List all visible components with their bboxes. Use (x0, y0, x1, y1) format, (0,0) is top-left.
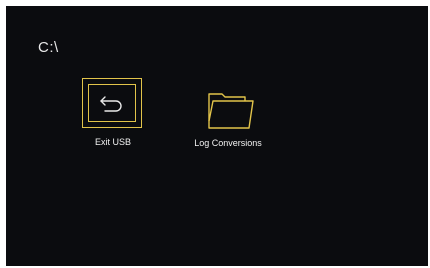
folder-icon (208, 93, 254, 129)
exit-usb-label: Exit USB (94, 137, 131, 147)
file-browser-screen: C:\ Exit USB Log Conversions (6, 6, 428, 266)
current-path: C:\ (38, 39, 59, 56)
log-conversions-label: Log Conversions (194, 138, 262, 148)
selection-highlight (82, 78, 142, 128)
exit-icon-box (88, 84, 136, 122)
exit-return-icon (100, 96, 122, 112)
